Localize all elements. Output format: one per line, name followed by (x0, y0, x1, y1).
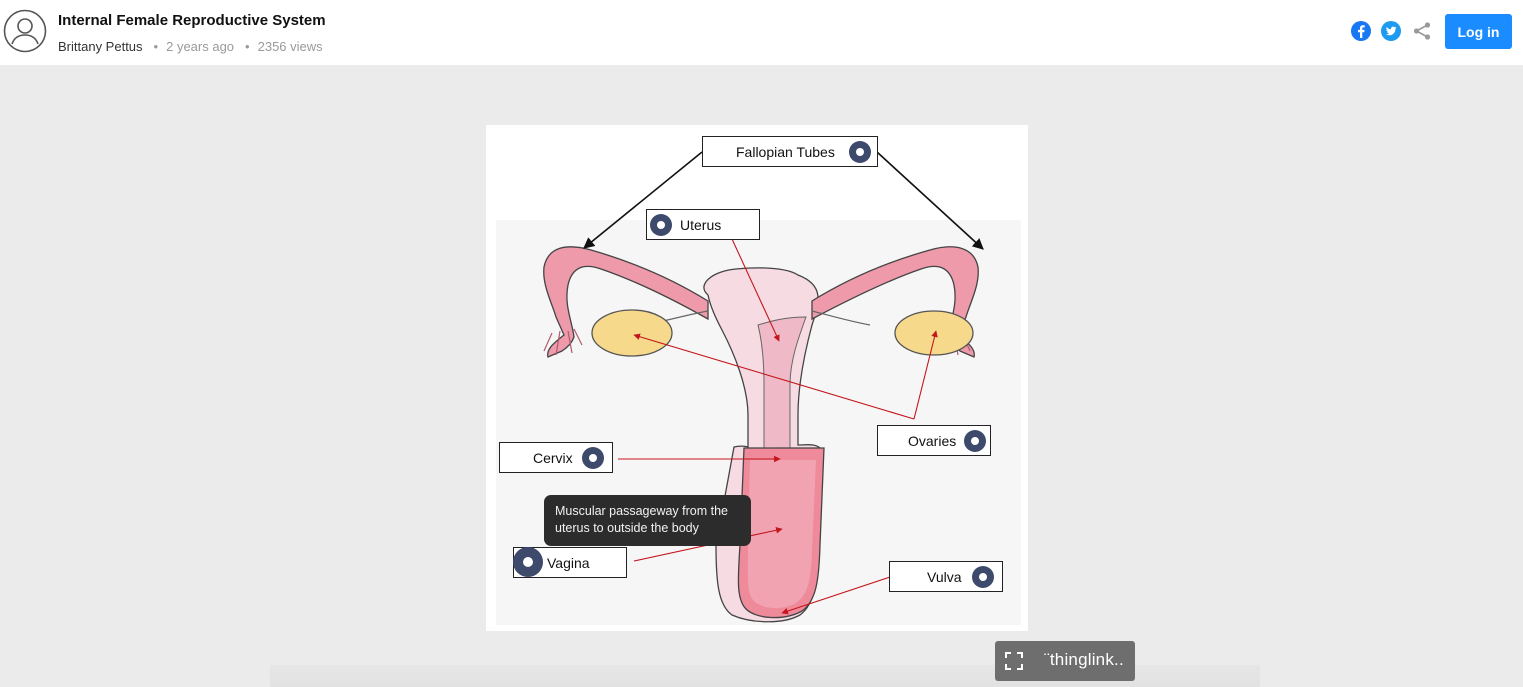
page-header: Internal Female Reproductive System Brit… (0, 0, 1523, 65)
user-avatar-icon[interactable] (3, 9, 47, 53)
share-icon[interactable] (1411, 20, 1433, 42)
post-meta: Brittany Pettus • 2 years ago • 2356 views (58, 39, 323, 54)
label-vulva-text: Vulva (927, 568, 962, 585)
hotspot-tag-icon[interactable] (849, 141, 871, 163)
fullscreen-icon[interactable] (1005, 652, 1023, 670)
label-cervix-text: Cervix (533, 449, 573, 466)
hotspot-tag-icon[interactable] (513, 547, 543, 577)
label-vulva[interactable]: Vulva (889, 561, 1003, 592)
interactive-image[interactable]: Fallopian Tubes Uterus Ovaries Cervix Va… (486, 125, 1028, 631)
meta-separator: • (245, 39, 250, 54)
facebook-icon[interactable] (1350, 20, 1372, 42)
author-name[interactable]: Brittany Pettus (58, 39, 143, 54)
thinglink-logo[interactable]: ¨thinglink.. (1044, 650, 1124, 670)
hotspot-tag-icon[interactable] (964, 430, 986, 452)
label-vagina-text: Vagina (547, 554, 590, 571)
page-title: Internal Female Reproductive System (58, 12, 326, 29)
hotspot-tooltip: Muscular passageway from the uterus to o… (544, 495, 751, 546)
meta-separator: • (153, 39, 159, 54)
hotspot-tag-icon[interactable] (582, 447, 604, 469)
hotspot-tag-icon[interactable] (972, 566, 994, 588)
viewer-toolbar: ¨thinglink.. (995, 641, 1135, 681)
label-fallopian-tubes[interactable]: Fallopian Tubes (702, 136, 878, 167)
label-ovaries-text: Ovaries (908, 432, 957, 449)
login-button[interactable]: Log in (1445, 14, 1512, 49)
label-cervix[interactable]: Cervix (499, 442, 613, 473)
hotspot-tag-icon[interactable] (650, 214, 672, 236)
view-count: 2356 views (257, 39, 323, 54)
label-vagina[interactable]: Vagina (513, 547, 627, 578)
label-uterus[interactable]: Uterus (646, 209, 760, 240)
label-ovaries[interactable]: Ovaries (877, 425, 991, 456)
label-uterus-text: Uterus (680, 216, 722, 233)
post-age: 2 years ago (166, 39, 235, 54)
label-fallopian-tubes-text: Fallopian Tubes (736, 143, 835, 160)
twitter-icon[interactable] (1380, 20, 1402, 42)
